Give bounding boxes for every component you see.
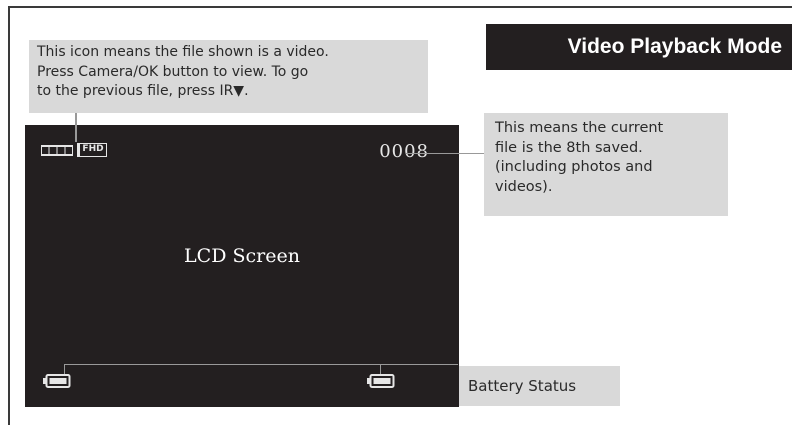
leader-battery-right — [380, 364, 381, 374]
film-strip-icon — [41, 145, 73, 156]
file-callout-line-4: videos). — [495, 178, 553, 195]
mode-title: Video Playback Mode — [486, 24, 792, 70]
file-counter: 0008 — [379, 141, 429, 162]
frame-left-border — [8, 6, 10, 425]
leader-file-counter — [406, 153, 484, 154]
lcd-screen-label: LCD Screen — [184, 245, 300, 267]
file-number-callout: This means the current file is the 8th s… — [484, 113, 728, 216]
battery-status-callout: Battery Status — [458, 366, 620, 406]
battery-status-label: Battery Status — [468, 376, 577, 395]
video-callout-line-3: to the previous file, press IR▼. — [37, 83, 249, 99]
leader-battery-horizontal — [64, 364, 458, 365]
leader-video-icon — [75, 113, 77, 142]
battery-icon — [367, 374, 395, 388]
file-callout-line-1: This means the current — [495, 120, 664, 136]
battery-icon — [43, 374, 71, 388]
file-callout-line-3: (including photos and — [495, 159, 653, 175]
fhd-icon: FHD — [77, 143, 107, 157]
video-icon-callout: This icon means the file shown is a vide… — [29, 40, 428, 113]
file-callout-line-2: file is the 8th saved. — [495, 139, 643, 156]
leader-battery-left — [64, 364, 65, 374]
frame-top-border — [8, 6, 792, 8]
video-callout-line-1: This icon means the file shown is a vide… — [37, 44, 329, 60]
video-callout-line-2: Press Camera/OK button to view. To go — [37, 63, 309, 80]
